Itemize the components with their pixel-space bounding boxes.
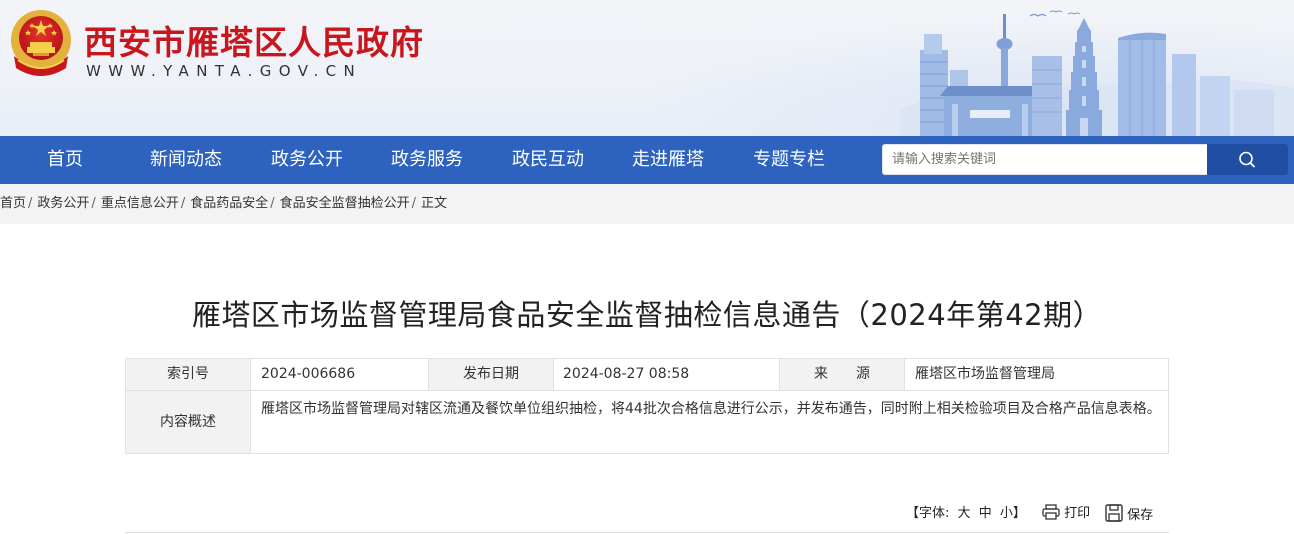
search-icon: [1239, 151, 1255, 168]
search-button[interactable]: [1207, 144, 1288, 175]
font-size-bracket: 】: [1012, 506, 1026, 521]
table-divider: [250, 359, 251, 453]
table-divider: [553, 359, 554, 390]
article-meta-table: 索引号 2024-006686 发布日期 2024-08-27 08:58 来 …: [125, 358, 1169, 454]
breadcrumb-gov-affairs-open[interactable]: 政务公开: [37, 196, 89, 211]
breadcrumb-separator: /: [411, 196, 417, 211]
print-button[interactable]: 打印: [1042, 504, 1090, 524]
breadcrumb-home[interactable]: 首页: [0, 196, 26, 211]
nav-item-interaction[interactable]: 政民互动: [502, 136, 594, 184]
national-emblem-icon: [11, 10, 71, 76]
site-title[interactable]: 西安市雁塔区人民政府: [84, 16, 424, 64]
save-button[interactable]: 保存: [1105, 504, 1153, 524]
nav-item-gov-services[interactable]: 政务服务: [381, 136, 473, 184]
nav-item-about-yanta[interactable]: 走进雁塔: [622, 136, 714, 184]
site-url: WWW.YANTA.GOV.CN: [86, 62, 363, 80]
date-label: 发布日期: [429, 359, 553, 390]
nav-item-home[interactable]: 首页: [28, 136, 102, 184]
breadcrumb-food-inspection[interactable]: 食品安全监督抽检公开: [280, 196, 410, 211]
index-label: 索引号: [126, 359, 250, 390]
print-label: 打印: [1064, 506, 1091, 521]
table-divider: [904, 359, 905, 390]
breadcrumb-separator: /: [270, 196, 275, 211]
city-skyline-illustration: [900, 10, 1294, 136]
source-value: 雁塔区市场监督管理局: [915, 366, 1055, 382]
font-size-label: 【字体:: [906, 506, 950, 521]
date-value: 2024-08-27 08:58: [563, 366, 690, 382]
font-size-large[interactable]: 大: [958, 506, 971, 521]
breadcrumb: 首页 / 政务公开 / 重点信息公开 / 食品药品安全 / 食品安全监督抽检公开 / 正文: [0, 184, 1294, 224]
nav-item-gov-affairs-open[interactable]: 政务公开: [261, 136, 353, 184]
content-divider: [125, 532, 1169, 533]
table-divider: [126, 390, 1168, 391]
font-size-medium[interactable]: 中: [979, 506, 992, 521]
summary-value: 雁塔区市场监督管理局对辖区流通及餐饮单位组织抽检，将44批次合格信息进行公示，并…: [261, 401, 1161, 417]
breadcrumb-separator: /: [180, 196, 186, 211]
save-icon: [1105, 504, 1123, 522]
source-label: 来 源: [780, 359, 904, 390]
printer-icon: [1042, 504, 1060, 520]
article-title: 雁塔区市场监督管理局食品安全监督抽检信息通告（2024年第42期）: [191, 298, 1103, 332]
font-size-switcher: 【字体: 大 中 小】: [906, 504, 1026, 524]
breadcrumb-separator: /: [28, 196, 33, 211]
nav-item-special-topics[interactable]: 专题专栏: [743, 136, 835, 184]
summary-label: 内容概述: [126, 391, 250, 453]
breadcrumb-key-info[interactable]: 重点信息公开: [101, 196, 179, 211]
breadcrumb-food-drug-safety[interactable]: 食品药品安全: [190, 196, 268, 211]
save-label: 保存: [1127, 508, 1154, 523]
index-value: 2024-006686: [261, 366, 356, 382]
search-input[interactable]: [882, 144, 1208, 175]
font-size-small[interactable]: 小: [1000, 506, 1013, 521]
breadcrumb-separator: /: [91, 196, 96, 211]
site-header: 西安市雁塔区人民政府 WWW.YANTA.GOV.CN: [0, 0, 1294, 136]
breadcrumb-current: 正文: [421, 196, 448, 211]
nav-item-news[interactable]: 新闻动态: [140, 136, 232, 184]
